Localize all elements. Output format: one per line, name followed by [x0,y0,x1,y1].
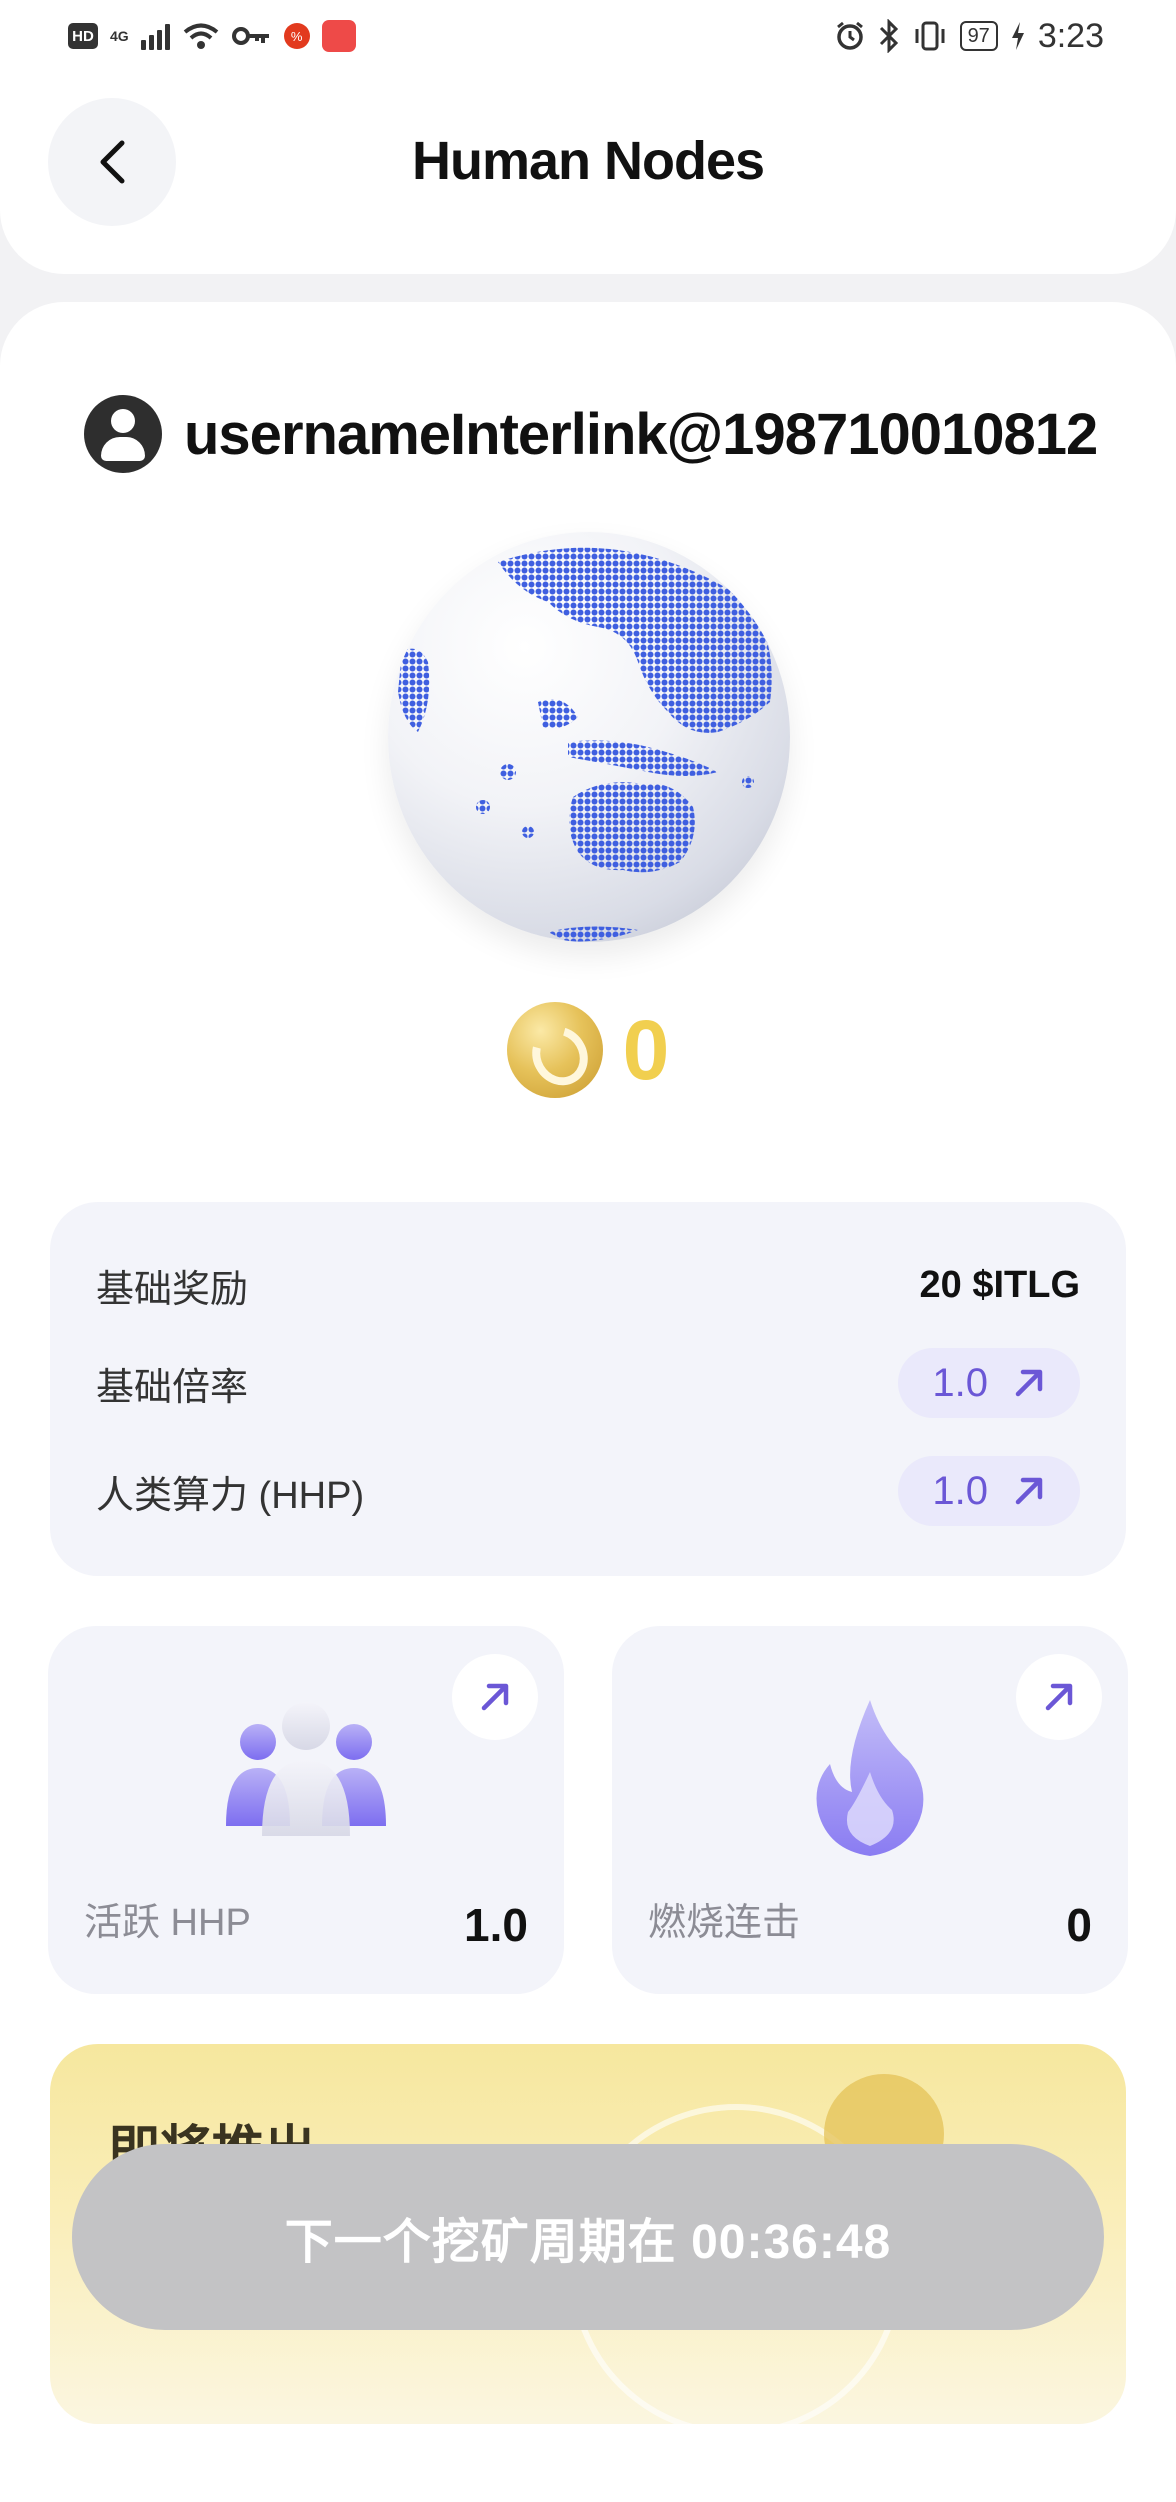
user-info: usernameInterlink@198710010812 [84,394,1098,474]
human-hashpower-label: 人类算力 (HHP) [96,1474,365,1517]
balance-row: 0 [0,1000,1176,1100]
human-hashpower-row: 人类算力 (HHP) 1.0 [96,1456,1080,1526]
burn-streak-card[interactable]: 燃烧连击 0 [612,1626,1128,1994]
people-group-icon [226,1702,386,1836]
base-multiplier-pill[interactable]: 1.0 [898,1348,1080,1418]
alarm-icon [836,21,863,50]
base-reward-label: 基础奖励 [96,1268,249,1311]
next-mining-cycle-label: 下一个挖矿周期在 00:36:48 [284,2216,892,2269]
active-hhp-value: 1.0 [464,1899,528,1951]
clock: 3:23 [1037,16,1104,55]
user-avatar-icon [84,395,162,473]
status-left: HD 4G % [68,18,356,54]
arrow-up-right-icon [1015,1477,1043,1505]
arrow-up-right-icon [1045,1683,1073,1711]
human-hashpower-value: 1.0 [932,1468,988,1513]
network-type: 4G [110,27,129,44]
hd-indicator: HD [68,23,98,49]
signal-icon [140,22,170,50]
vpn-key-icon [231,27,269,45]
burn-streak-value: 0 [1066,1899,1092,1951]
balance-value: 0 [622,1002,670,1097]
base-multiplier-value: 1.0 [932,1360,988,1405]
burn-streak-label: 燃烧连击 [648,1902,801,1944]
bluetooth-icon [879,19,898,53]
active-hhp-label: 活跃 HHP [84,1902,251,1944]
globe-map-icon [398,547,772,942]
active-hhp-detail-button[interactable] [452,1654,538,1740]
arrow-up-right-icon [1015,1369,1043,1397]
human-hashpower-pill[interactable]: 1.0 [898,1456,1080,1526]
arrow-up-right-icon [481,1683,509,1711]
base-multiplier-row: 基础倍率 1.0 [96,1348,1080,1418]
globe-image [388,532,790,942]
base-reward-value: 20 $ITLG [919,1263,1081,1306]
username: usernameInterlink@198710010812 [184,401,1098,467]
active-hhp-card[interactable]: 活跃 HHP 1.0 [48,1626,564,1994]
page-title: Human Nodes [411,131,765,191]
flame-icon [816,1700,924,1856]
top-header: Human Nodes [0,72,1176,274]
wifi-icon [183,23,218,49]
base-multiplier-label: 基础倍率 [96,1366,249,1409]
vibrate-icon [915,21,945,51]
shopping-app-icon: % [283,23,310,49]
gold-coin-icon [506,1002,603,1098]
burn-streak-detail-button[interactable] [1016,1654,1102,1740]
next-mining-cycle-button[interactable]: 下一个挖矿周期在 00:36:48 [72,2144,1104,2330]
battery-level: 97 [959,21,998,51]
status-right: 97 3:23 [834,16,1104,56]
base-reward-row: 基础奖励 20 $ITLG [96,1250,1080,1320]
status-bar: HD 4G % 97 3:23 [0,0,1176,72]
charging-icon [1011,22,1024,50]
reward-info-card: 基础奖励 20 $ITLG 基础倍率 1.0 人类算力 (HHP) 1.0 [50,1202,1126,1576]
store-app-icon [321,20,356,52]
